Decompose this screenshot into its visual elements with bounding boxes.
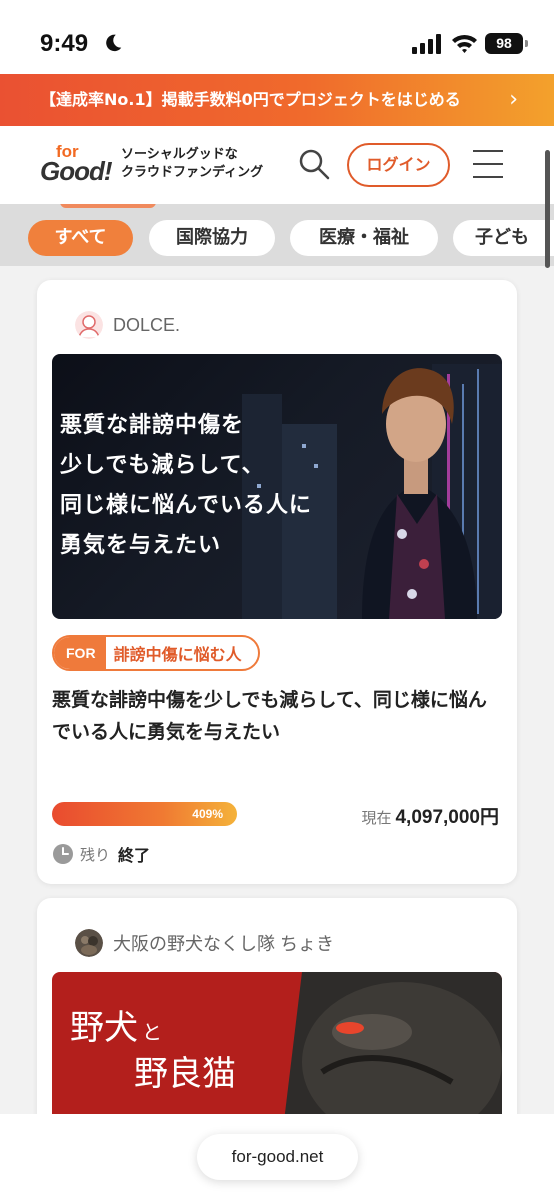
owner-name: DOLCE. — [113, 314, 181, 335]
raised-label: 現在 — [361, 809, 392, 827]
tab-international[interactable]: 国際協力 — [149, 220, 275, 256]
status-bar: 9:49 98 — [0, 0, 554, 74]
scrollbar[interactable] — [545, 150, 550, 268]
url-bar[interactable]: for-good.net — [197, 1134, 358, 1180]
image-overlay-text: 悪質な誹謗中傷を 少しでも減らして、 同じ様に悩んでいる人に 勇気を与えたい — [60, 406, 312, 566]
project-image[interactable]: 悪質な誹謗中傷を 少しでも減らして、 同じ様に悩んでいる人に 勇気を与えたい — [52, 354, 502, 619]
funding-progress-bar: 409% — [52, 802, 237, 826]
image-title-1: 野犬と — [70, 1000, 162, 1049]
login-button[interactable]: ログイン — [347, 143, 450, 187]
remaining-label: 残り — [80, 845, 111, 864]
logo[interactable]: for Good! — [40, 142, 114, 194]
previous-progress-bar-peek — [60, 204, 156, 208]
project-owner: DOLCE. — [75, 310, 180, 340]
tab-children[interactable]: 子ども — [453, 220, 554, 256]
avatar — [75, 311, 103, 339]
promo-banner[interactable]: 【達成率No.1】掲載手数料0円でプロジェクトをはじめる › — [0, 74, 554, 126]
category-tabs: すべて 国際協力 医療・福祉 子ども — [0, 204, 554, 266]
owner-name: 大阪の野犬なくし隊 ちょき — [113, 934, 334, 954]
site-header: for Good! ソーシャルグッドな クラウドファンディング ログイン — [0, 126, 554, 204]
promo-text: 【達成率No.1】掲載手数料0円でプロジェクトをはじめる — [40, 90, 461, 109]
image-text-line: 勇気を与えたい — [60, 533, 222, 558]
raised-amount: 現在 4,097,000円 — [361, 802, 499, 829]
target-label: 誹謗中傷に悩む人 — [113, 645, 242, 664]
for-label: FOR — [54, 637, 106, 669]
project-card[interactable]: DOLCE. 悪質な誹謗中傷を 少しでも減らして、 同じ様に悩んでいる人に 勇気… — [37, 280, 517, 884]
project-title[interactable]: 悪質な誹謗中傷を少しでも減らして、同じ様に悩んでいる人に勇気を与えたい — [52, 684, 502, 748]
raised-value: 4,097,000円 — [395, 807, 499, 828]
progress-percent: 409% — [192, 807, 223, 821]
project-owner: 大阪の野犬なくし隊 ちょき — [75, 928, 334, 958]
hamburger-menu-icon[interactable] — [473, 150, 503, 178]
moon-icon — [106, 34, 122, 52]
status-time: 9:49 — [40, 30, 89, 57]
person-photo — [362, 368, 477, 619]
remaining-time: 残り 終了 — [52, 842, 150, 866]
cellular-signal-icon — [412, 34, 441, 54]
chevron-right-icon: › — [509, 87, 518, 112]
browser-bottom-bar: for-good.net — [0, 1114, 554, 1200]
image-text-line: 悪質な誹謗中傷を — [60, 413, 245, 438]
image-text-line: 少しでも減らして、 — [60, 453, 265, 478]
image-text-line: 同じ様に悩んでいる人に — [60, 493, 312, 518]
tagline-line-2: クラウドファンディング — [121, 165, 264, 180]
battery-indicator: 98 — [485, 33, 528, 54]
image-text: 野犬 — [70, 1008, 138, 1048]
logo-good: Good! — [40, 156, 113, 186]
search-icon[interactable] — [298, 148, 330, 180]
target-tag[interactable]: FOR 誹謗中傷に悩む人 — [52, 635, 260, 671]
image-text-small: と — [142, 1020, 162, 1044]
remaining-value: 終了 — [118, 846, 151, 865]
tab-medical-welfare[interactable]: 医療・福祉 — [290, 220, 438, 256]
tagline-line-1: ソーシャルグッドな — [121, 147, 238, 162]
wifi-icon — [452, 34, 477, 53]
tab-all[interactable]: すべて — [28, 220, 133, 256]
clock-icon — [53, 844, 73, 864]
image-title-2: 野良猫 — [134, 1054, 236, 1094]
tagline: ソーシャルグッドな クラウドファンディング — [121, 146, 263, 182]
avatar — [75, 929, 103, 957]
project-card[interactable]: 大阪の野犬なくし隊 ちょき 野犬と 野良猫 — [37, 898, 517, 1138]
